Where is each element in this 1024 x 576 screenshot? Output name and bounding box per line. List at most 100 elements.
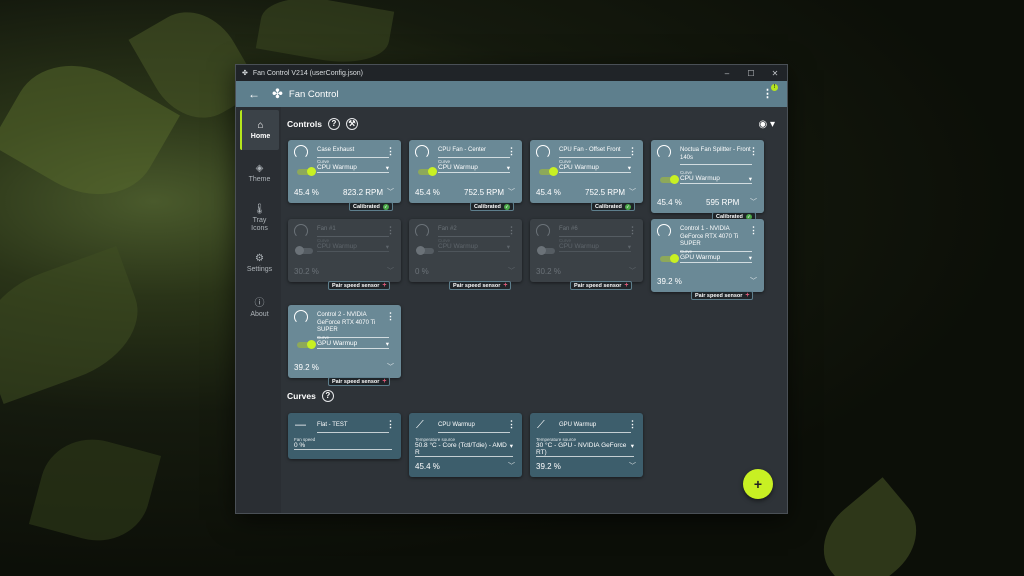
curve-select[interactable]: Curve CPU Warmup ▾: [438, 159, 510, 173]
curve-card[interactable]: — Flat - TEST ⋮ Fan speed 0 %: [288, 413, 401, 459]
curve-menu-icon[interactable]: ⋮: [507, 420, 516, 429]
expand-chevron-icon[interactable]: ﹀: [750, 276, 757, 286]
dropdown-arrow-icon: ▾: [748, 255, 752, 262]
curve-select[interactable]: Curve CPU Warmup ▾: [559, 159, 631, 173]
nav-about[interactable]: ⓘ About: [240, 286, 279, 326]
control-toggle[interactable]: [418, 167, 437, 176]
fan-speed-field[interactable]: Fan speed 0 %: [294, 437, 392, 450]
control-card[interactable]: CPU Fan - Center ⋮ Curve CPU Warmup ▾ 45.…: [409, 140, 522, 203]
add-button[interactable]: +: [743, 469, 773, 499]
minimize-button[interactable]: –: [715, 69, 739, 78]
control-menu-icon[interactable]: ⋮: [386, 312, 395, 321]
control-toggle[interactable]: [295, 246, 313, 255]
control-toggle[interactable]: [416, 246, 434, 255]
control-menu-icon[interactable]: ⋮: [507, 226, 516, 235]
expand-chevron-icon[interactable]: ﹀: [508, 266, 515, 276]
badge-label: Calibrated: [474, 203, 501, 210]
expand-chevron-icon[interactable]: ﹀: [629, 187, 636, 197]
expand-chevron-icon[interactable]: ﹀: [629, 266, 636, 276]
control-menu-icon[interactable]: ⋮: [386, 226, 395, 235]
control-card[interactable]: Case Exhaust ⋮ Curve CPU Warmup ▾ 45.4 % …: [288, 140, 401, 203]
control-card[interactable]: Fan #2 ⋮ Curve CPU Warmup ▾ 0 % ﹀: [409, 219, 522, 282]
curve-label: Curve: [559, 238, 572, 243]
pair-speed-sensor-button[interactable]: Pair speed sensor +: [328, 281, 391, 290]
controls-help-icon[interactable]: ?: [327, 118, 340, 130]
maximize-button[interactable]: ☐: [739, 69, 763, 78]
curve-select[interactable]: Curve CPU Warmup ▾: [680, 170, 752, 184]
control-toggle[interactable]: [297, 167, 316, 176]
control-name[interactable]: CPU Fan - Center: [438, 147, 510, 158]
nav-settings[interactable]: ⚙ Settings: [240, 243, 279, 283]
control-name[interactable]: Fan #2: [438, 226, 510, 237]
pair-speed-sensor-button[interactable]: Pair speed sensor +: [570, 281, 633, 290]
curve-select[interactable]: Curve GPU Warmup ▾: [680, 249, 752, 263]
nav-tray-icons[interactable]: 🌡 Tray Icons: [240, 196, 279, 240]
temperature-source-select[interactable]: Temperature source 30 °C - GPU - NVIDIA …: [536, 437, 634, 457]
expand-chevron-icon[interactable]: ﹀: [387, 266, 394, 276]
curve-select[interactable]: Curve CPU Warmup ▾: [559, 238, 631, 252]
curve-name[interactable]: Flat - TEST: [317, 422, 389, 433]
control-toggle[interactable]: [660, 254, 679, 263]
curve-menu-icon[interactable]: ⋮: [386, 420, 395, 429]
curve-label: Curve: [559, 159, 572, 164]
control-toggle[interactable]: [660, 175, 679, 184]
pair-speed-sensor-button[interactable]: Pair speed sensor +: [449, 281, 512, 290]
control-card[interactable]: CPU Fan - Offset Front ⋮ Curve CPU Warmu…: [530, 140, 643, 203]
curve-select[interactable]: Curve CPU Warmup ▾: [438, 238, 510, 252]
gauge-icon: [415, 145, 429, 159]
close-button[interactable]: ✕: [763, 69, 787, 78]
pair-speed-sensor-button[interactable]: Pair speed sensor +: [691, 291, 754, 300]
curve-select[interactable]: Curve CPU Warmup ▾: [317, 238, 389, 252]
expand-chevron-icon[interactable]: ﹀: [387, 187, 394, 197]
visibility-eye-icon[interactable]: ◉ ▾: [758, 119, 775, 130]
notification-badge[interactable]: !: [771, 84, 778, 91]
expand-chevron-icon[interactable]: ﹀: [750, 197, 757, 207]
curve-menu-icon[interactable]: ⋮: [628, 420, 637, 429]
curve-card[interactable]: ⟋ CPU Warmup ⋮ Temperature source 50.8 °…: [409, 413, 522, 477]
control-menu-icon[interactable]: ⋮: [507, 147, 516, 156]
control-name[interactable]: CPU Fan - Offset Front: [559, 147, 631, 158]
control-toggle[interactable]: [539, 167, 558, 176]
curves-help-icon[interactable]: ?: [321, 390, 334, 402]
expand-chevron-icon[interactable]: ﹀: [508, 461, 515, 471]
control-card[interactable]: Fan #1 ⋮ Curve CPU Warmup ▾ 30.2 % ﹀: [288, 219, 401, 282]
control-name[interactable]: Noctua Fan Splitter - Front 140s: [680, 147, 752, 165]
curve-card[interactable]: ⟋ GPU Warmup ⋮ Temperature source 30 °C …: [530, 413, 643, 477]
control-rpm: 823.2 RPM: [343, 188, 384, 197]
curve-select[interactable]: Curve GPU Warmup ▾: [317, 335, 389, 349]
nav-home[interactable]: ⌂ Home: [240, 110, 279, 150]
control-menu-icon[interactable]: ⋮: [386, 147, 395, 156]
control-card[interactable]: Noctua Fan Splitter - Front 140s ⋮ Curve…: [651, 140, 764, 213]
expand-chevron-icon[interactable]: ﹀: [387, 362, 394, 372]
control-name[interactable]: Fan #6: [559, 226, 631, 237]
back-arrow-icon[interactable]: ←: [236, 87, 272, 101]
nav-theme[interactable]: ◈ Theme: [240, 153, 279, 193]
expand-chevron-icon[interactable]: ﹀: [629, 461, 636, 471]
app-title: Fan Control: [288, 88, 339, 100]
control-name[interactable]: Control 2 - NVIDIA GeForce RTX 4070 Ti S…: [317, 312, 389, 338]
control-menu-icon[interactable]: ⋮: [628, 147, 637, 156]
control-menu-icon[interactable]: ⋮: [749, 147, 758, 156]
temperature-source-select[interactable]: Temperature source 50.8 °C - Core (Tctl/…: [415, 437, 513, 457]
expand-chevron-icon[interactable]: ﹀: [508, 187, 515, 197]
badge-label: Pair speed sensor: [453, 282, 501, 289]
control-name[interactable]: Control 1 - NVIDIA GeForce RTX 4070 Ti S…: [680, 226, 752, 252]
control-card[interactable]: Fan #6 ⋮ Curve CPU Warmup ▾ 30.2 % ﹀: [530, 219, 643, 282]
control-card[interactable]: Control 2 - NVIDIA GeForce RTX 4070 Ti S…: [288, 305, 401, 378]
pair-speed-sensor-button[interactable]: Pair speed sensor +: [328, 377, 391, 386]
control-name[interactable]: Fan #1: [317, 226, 389, 237]
curve-name[interactable]: GPU Warmup: [559, 422, 631, 433]
control-menu-icon[interactable]: ⋮: [749, 226, 758, 235]
info-icon: ⓘ: [254, 298, 265, 309]
wrench-icon[interactable]: ⚒: [345, 118, 358, 130]
plus-icon: +: [624, 281, 629, 289]
field-value: 50.8 °C - Core (Tctl/Tdie) - AMD R: [415, 442, 507, 456]
control-toggle[interactable]: [537, 246, 555, 255]
curve-select[interactable]: Curve CPU Warmup ▾: [317, 159, 389, 173]
field-value: 0 %: [294, 442, 306, 449]
control-menu-icon[interactable]: ⋮: [628, 226, 637, 235]
control-name[interactable]: Case Exhaust: [317, 147, 389, 158]
control-toggle[interactable]: [297, 340, 316, 349]
control-card[interactable]: Control 1 - NVIDIA GeForce RTX 4070 Ti S…: [651, 219, 764, 292]
curve-name[interactable]: CPU Warmup: [438, 422, 510, 433]
